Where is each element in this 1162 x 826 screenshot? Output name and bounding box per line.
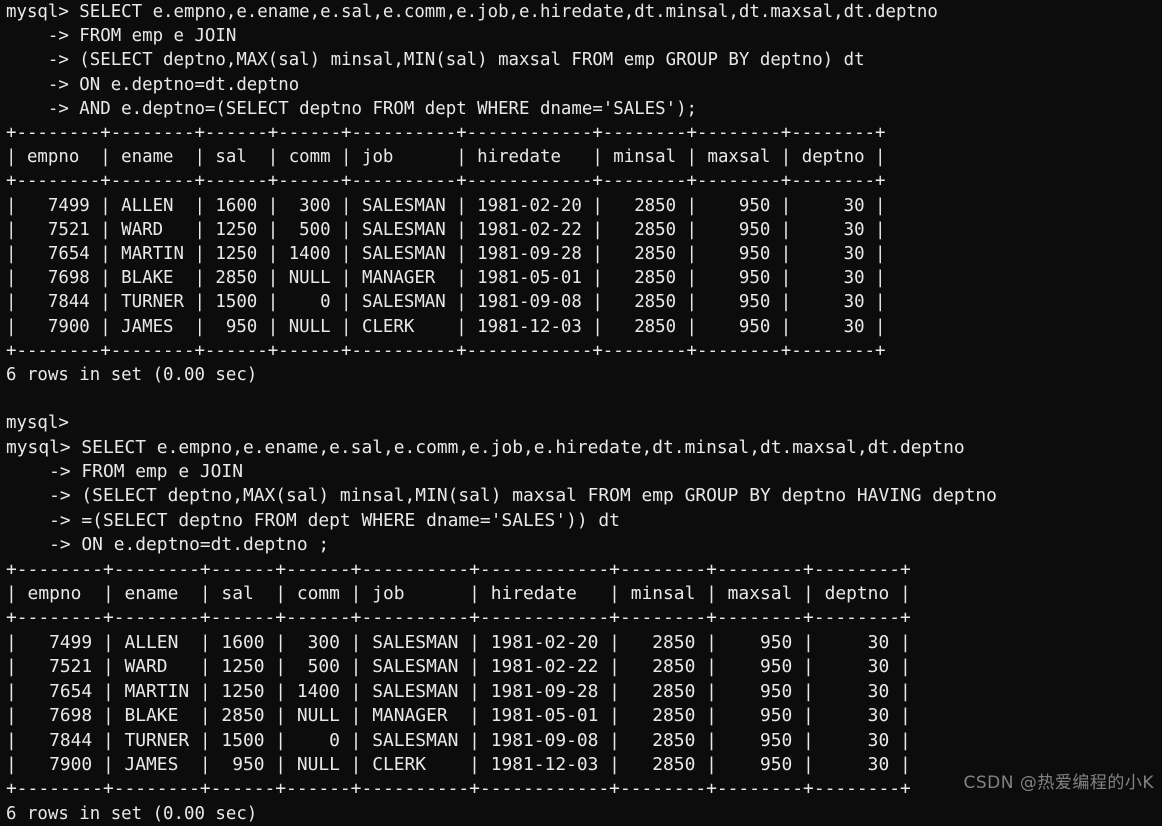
table-row: | 7698 | BLAKE | 2850 | NULL | MANAGER |… (6, 705, 911, 727)
table-row: | 7654 | MARTIN | 1250 | 1400 | SALESMAN… (6, 244, 886, 265)
sql-query-line: -> (SELECT deptno,MAX(sal) minsal,MIN(sa… (6, 485, 997, 507)
sql-query-line: -> ON e.deptno=dt.deptno (6, 74, 300, 95)
terminal-window[interactable]: mysql> SELECT e.empno,e.ename,e.sal,e.co… (0, 0, 1162, 824)
sql-block-1: mysql> SELECT e.empno,e.ename,e.sal,e.co… (0, 0, 1162, 436)
sql-query-line: -> AND e.deptno=(SELECT deptno FROM dept… (6, 98, 698, 119)
table-separator: +--------+--------+------+------+-------… (6, 123, 886, 144)
sql-query-line: mysql> SELECT e.empno,e.ename,e.sal,e.co… (6, 2, 938, 22)
table-row: | 7521 | WARD | 1250 | 500 | SALESMAN | … (6, 656, 911, 678)
table-row: | 7654 | MARTIN | 1250 | 1400 | SALESMAN… (6, 680, 911, 702)
prompt-line: mysql> (6, 413, 69, 434)
table-header-row: | empno | ename | sal | comm | job | hir… (6, 147, 886, 168)
table-row: | 7499 | ALLEN | 1600 | 300 | SALESMAN |… (6, 631, 911, 653)
table-row: | 7499 | ALLEN | 1600 | 300 | SALESMAN |… (6, 195, 886, 216)
table-header-row: | empno | ename | sal | comm | job | hir… (6, 583, 911, 605)
sql-query-line: -> ON e.deptno=dt.deptno ; (6, 534, 330, 556)
table-separator: +--------+--------+------+------+-------… (6, 340, 886, 361)
table-row: | 7900 | JAMES | 950 | NULL | CLERK | 19… (6, 753, 911, 775)
table-separator: +--------+--------+------+------+-------… (6, 778, 911, 800)
result-status: 6 rows in set (0.00 sec) (6, 803, 258, 824)
table-separator: +--------+--------+------+------+-------… (6, 607, 911, 629)
table-separator: +--------+--------+------+------+-------… (6, 558, 911, 580)
sql-query-line: -> (SELECT deptno,MAX(sal) minsal,MIN(sa… (6, 50, 865, 71)
sql-query-line: -> FROM emp e JOIN (6, 26, 237, 47)
table-row: | 7900 | JAMES | 950 | NULL | CLERK | 19… (6, 316, 886, 337)
table-row: | 7521 | WARD | 1250 | 500 | SALESMAN | … (6, 219, 886, 240)
sql-query-line: -> =(SELECT deptno FROM dept WHERE dname… (6, 509, 620, 531)
result-status: 6 rows in set (0.00 sec) (6, 365, 258, 386)
table-separator: +--------+--------+------+------+-------… (6, 171, 886, 192)
table-row: | 7844 | TURNER | 1500 | 0 | SALESMAN | … (6, 729, 911, 751)
sql-query-line: mysql> SELECT e.empno,e.ename,e.sal,e.co… (6, 436, 965, 458)
table-row: | 7844 | TURNER | 1500 | 0 | SALESMAN | … (6, 292, 886, 313)
table-row: | 7698 | BLAKE | 2850 | NULL | MANAGER |… (6, 268, 886, 289)
sql-query-line: -> FROM emp e JOIN (6, 461, 243, 483)
sql-block-2: mysql> SELECT e.empno,e.ename,e.sal,e.co… (0, 436, 1162, 826)
